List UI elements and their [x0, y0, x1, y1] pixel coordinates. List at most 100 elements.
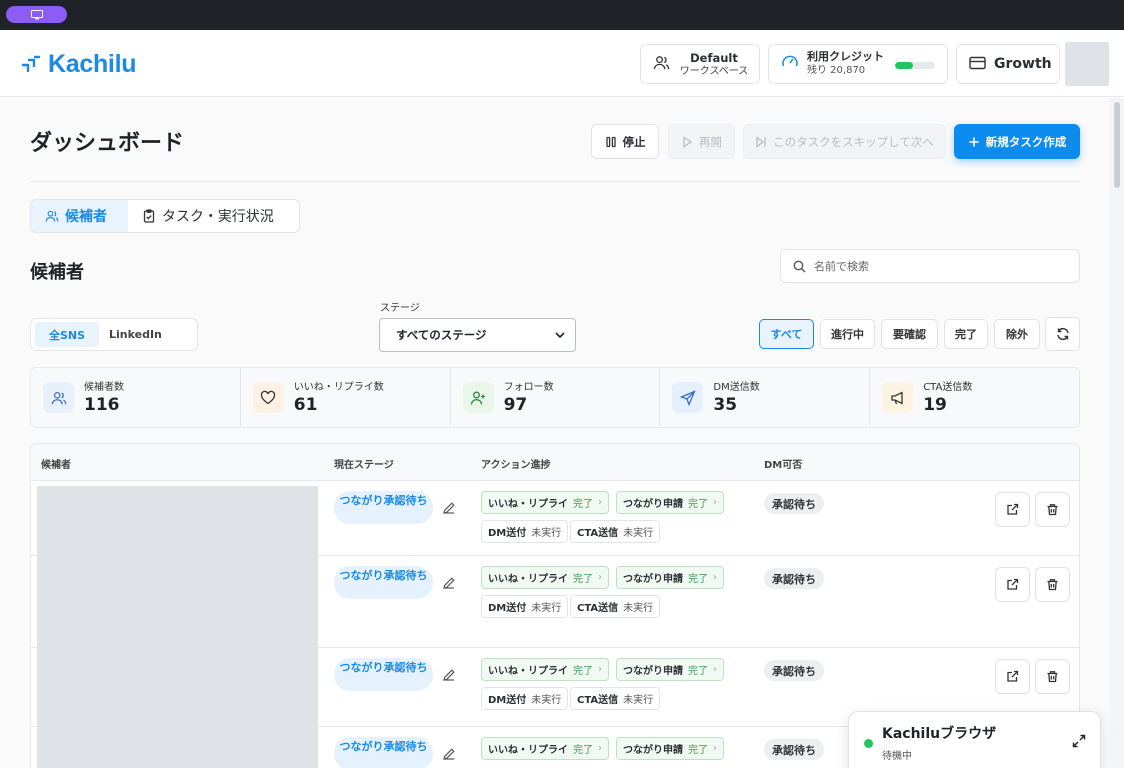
clipboard-check-icon: [143, 209, 155, 223]
action-chip[interactable]: いいね・リプライ 完了 ›: [481, 491, 609, 514]
action-chip[interactable]: いいね・リプライ 完了 ›: [481, 737, 609, 760]
plan-button[interactable]: Growth: [956, 44, 1060, 84]
search-box[interactable]: [780, 249, 1080, 283]
stop-button[interactable]: 停止: [591, 124, 659, 159]
avatar[interactable]: [1065, 42, 1109, 86]
stat-label: 候補者数: [84, 381, 124, 393]
action-progress: いいね・リプライ 完了 › つながり申請 完了 › DM送付 未実行 CTA送信 未実行: [481, 491, 741, 547]
action-progress: いいね・リプライ 完了 › つながり申請 完了 ›: [481, 737, 741, 767]
action-chip[interactable]: DM送付 未実行: [481, 520, 569, 543]
table-row[interactable]: つながり承認待ち いいね・リプライ 完了 › つながり申請 完了 › DM送付 未実行 C…: [31, 481, 1079, 556]
action-chip[interactable]: DM送付 未実行: [481, 687, 569, 710]
open-profile-button[interactable]: [995, 492, 1030, 527]
header-divider: [30, 181, 1080, 182]
action-chip[interactable]: いいね・リプライ 完了 ›: [481, 566, 609, 589]
delete-button[interactable]: [1035, 567, 1070, 602]
action-chip[interactable]: つながり申請 完了 ›: [616, 566, 724, 589]
os-title-bar: [0, 0, 1124, 30]
tab-tasks-label: タスク・実行状況: [162, 209, 274, 225]
browser-widget[interactable]: Kachiluブラウザ 待機中: [848, 711, 1101, 768]
scroll-thumb[interactable]: [1114, 102, 1120, 188]
status-filter-all[interactable]: すべて: [759, 319, 814, 349]
page-title: ダッシュボード: [30, 131, 185, 156]
new-task-button[interactable]: 新規タスク作成: [954, 124, 1080, 159]
action-chip[interactable]: つながり申請 完了 ›: [616, 737, 724, 760]
candidate-cell[interactable]: [37, 648, 318, 727]
workspace-switcher[interactable]: Default ワークスペース: [640, 44, 760, 84]
logo[interactable]: Kachilu: [20, 50, 137, 79]
dm-status-badge: 承認待ち: [764, 568, 824, 589]
pencil-icon[interactable]: [442, 747, 456, 761]
action-chip[interactable]: CTA送信 未実行: [570, 595, 661, 618]
expand-icon[interactable]: [1072, 734, 1086, 748]
plan-label: Growth: [994, 56, 1052, 72]
heart-icon: [252, 382, 284, 413]
gauge-icon: [781, 53, 799, 75]
action-chip[interactable]: つながり申請 完了 ›: [616, 491, 724, 514]
browser-widget-status: 待機中: [882, 751, 912, 762]
credits-remaining: 残り 20,870: [807, 65, 866, 76]
action-chip[interactable]: いいね・リプライ 完了 ›: [481, 658, 609, 681]
sns-filter-linkedin[interactable]: LinkedIn: [99, 322, 172, 347]
status-filter-excluded[interactable]: 除外: [994, 319, 1040, 349]
stat-candidates: 候補者数 116: [31, 368, 241, 427]
stat-dm-sent: DM送信数 35: [660, 368, 871, 427]
credits-progress-bar: [895, 62, 935, 69]
status-filter-done[interactable]: 完了: [944, 319, 988, 349]
skip-task-button[interactable]: このタスクをスキップして次へ: [743, 124, 946, 159]
skip-forward-icon: [756, 135, 766, 148]
stat-value: 19: [923, 394, 947, 415]
pencil-icon[interactable]: [442, 576, 456, 590]
delete-button[interactable]: [1035, 659, 1070, 694]
plus-icon: [969, 137, 979, 146]
credits-box[interactable]: 利用クレジット 残り 20,870: [768, 44, 948, 84]
column-header-actions: アクション進捗: [481, 460, 551, 471]
status-filter-needs-review[interactable]: 要確認: [881, 319, 938, 349]
search-input[interactable]: [814, 259, 1064, 273]
resume-button[interactable]: 再開: [668, 124, 735, 159]
os-app-pill[interactable]: [6, 6, 67, 23]
screen-icon: [30, 9, 43, 19]
pencil-icon[interactable]: [442, 501, 456, 515]
stop-label: 停止: [622, 134, 646, 149]
action-chip[interactable]: CTA送信 未実行: [570, 687, 661, 710]
delete-button[interactable]: [1035, 492, 1070, 527]
tab-candidates[interactable]: 候補者: [31, 200, 128, 232]
candidate-cell[interactable]: [37, 727, 318, 768]
status-filter-in-progress[interactable]: 進行中: [820, 319, 875, 349]
stat-label: DM送信数: [713, 381, 760, 393]
stat-likes-replies: いいね・リプライ数 61: [241, 368, 451, 427]
chevron-right-icon: ›: [713, 572, 717, 583]
pause-icon: [605, 136, 616, 147]
pencil-icon[interactable]: [442, 668, 456, 682]
open-profile-button[interactable]: [995, 659, 1030, 694]
stat-label: いいね・リプライ数: [293, 381, 384, 393]
action-chip[interactable]: つながり申請 完了 ›: [616, 658, 724, 681]
workspace-label: ワークスペース: [679, 65, 749, 77]
vertical-scrollbar[interactable]: [1110, 98, 1124, 768]
chevron-right-icon: ›: [598, 497, 602, 508]
stage-select[interactable]: すべてのステージ: [379, 318, 576, 352]
candidate-cell[interactable]: [37, 556, 318, 648]
stat-value: 116: [84, 394, 120, 415]
action-progress: いいね・リプライ 完了 › つながり申請 完了 › DM送付 未実行 CTA送信 未実行: [481, 566, 741, 622]
stage-pill: つながり承認待ち: [334, 737, 433, 768]
open-profile-button[interactable]: [995, 567, 1030, 602]
trash-icon: [1047, 504, 1058, 516]
column-header-dm: DM可否: [764, 460, 803, 471]
refresh-button[interactable]: [1045, 317, 1080, 351]
table-row[interactable]: つながり承認待ち いいね・リプライ 完了 › つながり申請 完了 › DM送付 未実行 C…: [31, 556, 1079, 648]
play-icon: [683, 135, 693, 148]
sns-filter-all[interactable]: 全SNS: [35, 322, 99, 347]
users-icon: [43, 382, 74, 413]
stat-label: CTA送信数: [923, 381, 973, 393]
send-icon: [672, 382, 704, 413]
stage-select-value: すべてのステージ: [396, 328, 487, 342]
action-chip[interactable]: CTA送信 未実行: [570, 520, 661, 543]
action-chip[interactable]: DM送付 未実行: [481, 595, 569, 618]
logo-icon: [22, 55, 40, 72]
workspace-name: Default: [690, 50, 738, 65]
column-header-stage: 現在ステージ: [334, 460, 394, 471]
tab-tasks[interactable]: タスク・実行状況: [128, 200, 288, 232]
candidate-cell[interactable]: [37, 486, 318, 556]
